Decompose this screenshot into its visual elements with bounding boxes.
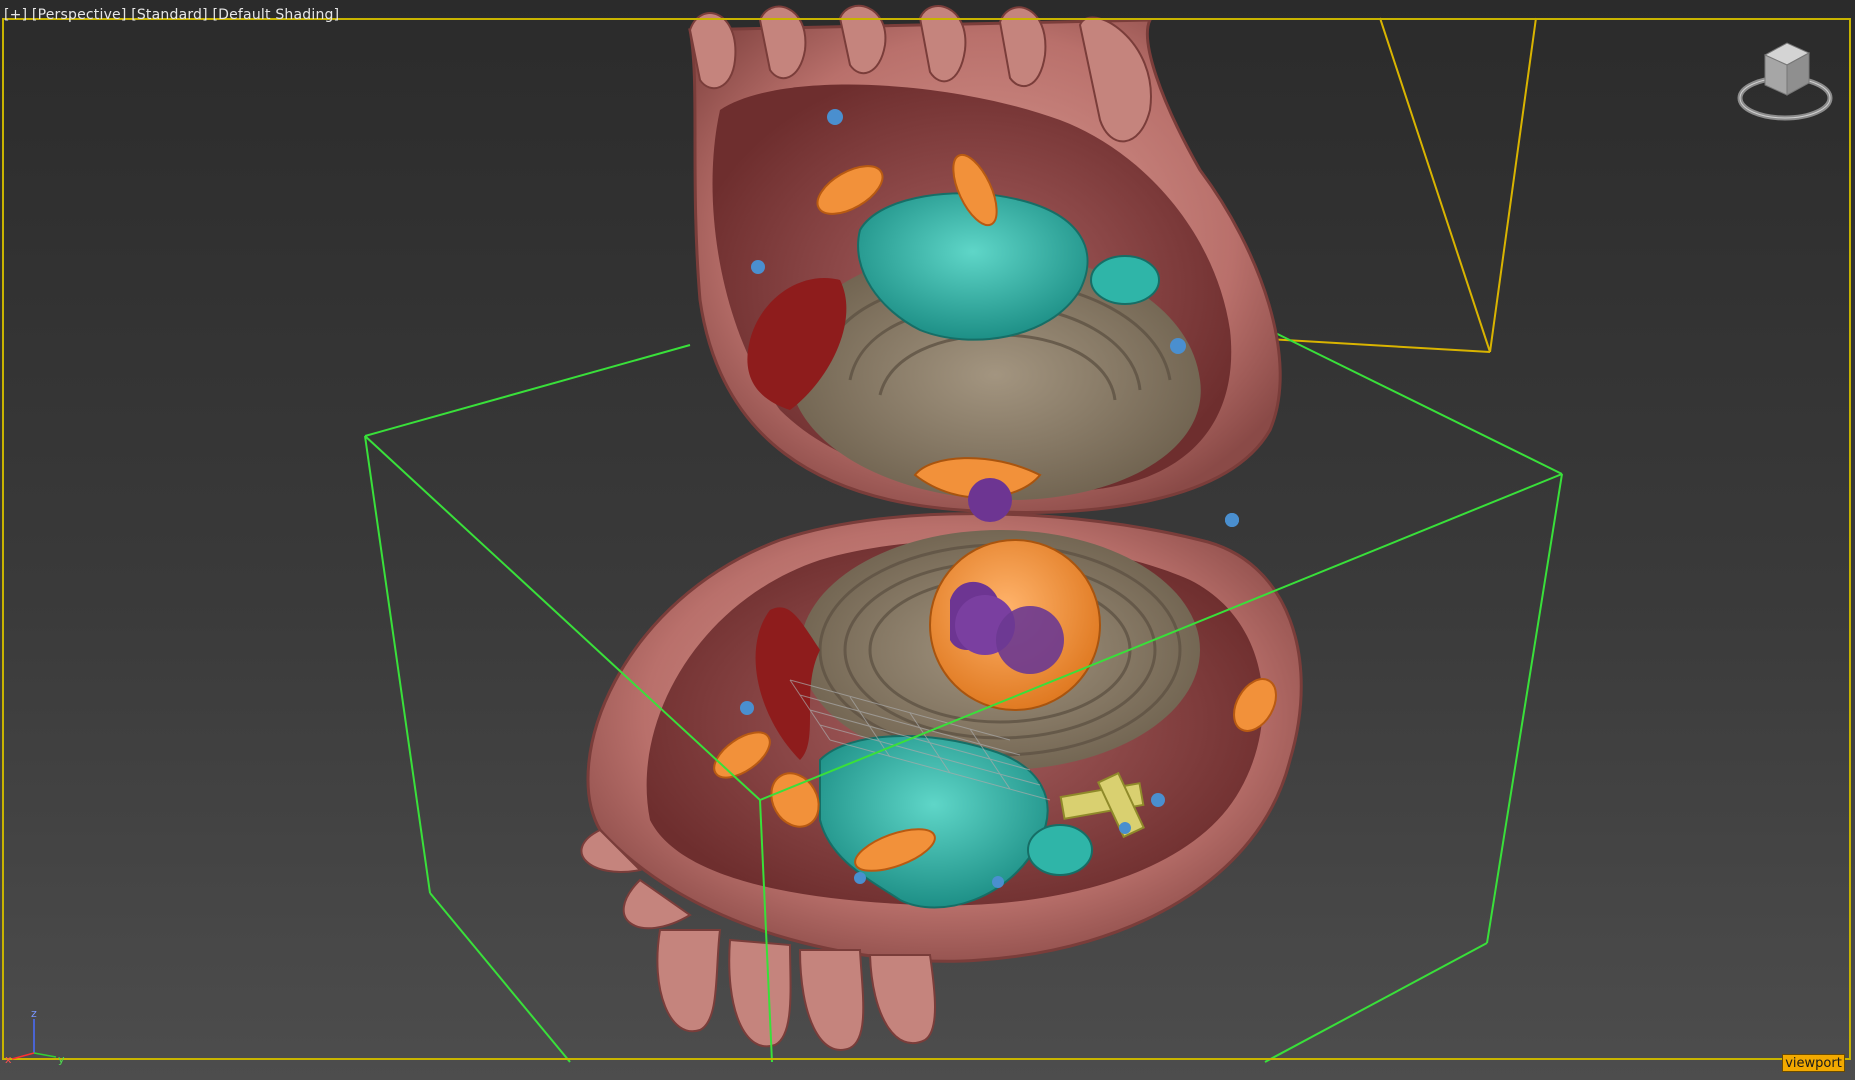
cell-lower-half[interactable] bbox=[580, 512, 1303, 1051]
axis-tripod-icon: z x y bbox=[5, 1007, 65, 1065]
cell-upper-half[interactable] bbox=[688, 4, 1282, 527]
scene-canvas[interactable] bbox=[0, 0, 1855, 1080]
axis-label-y: y bbox=[58, 1053, 65, 1065]
axis-label-x: x bbox=[5, 1053, 12, 1065]
axis-label-z: z bbox=[31, 1007, 37, 1020]
viewport-shading-menu[interactable]: [Default Shading] bbox=[212, 7, 339, 23]
viewcube-icon[interactable] bbox=[1735, 40, 1835, 125]
viewport-label-menu: [+] [Perspective] [Standard] [Default Sh… bbox=[4, 7, 339, 23]
viewport-standard-menu[interactable]: [Standard] bbox=[131, 7, 208, 23]
nucleus[interactable] bbox=[929, 539, 1101, 711]
perspective-viewport[interactable]: [+] [Perspective] [Standard] [Default Sh… bbox=[0, 0, 1855, 1080]
viewport-badge[interactable]: viewport bbox=[1782, 1054, 1845, 1072]
viewport-point-of-view-menu[interactable]: [Perspective] bbox=[32, 7, 127, 23]
viewport-general-menu[interactable]: [+] bbox=[4, 7, 27, 23]
